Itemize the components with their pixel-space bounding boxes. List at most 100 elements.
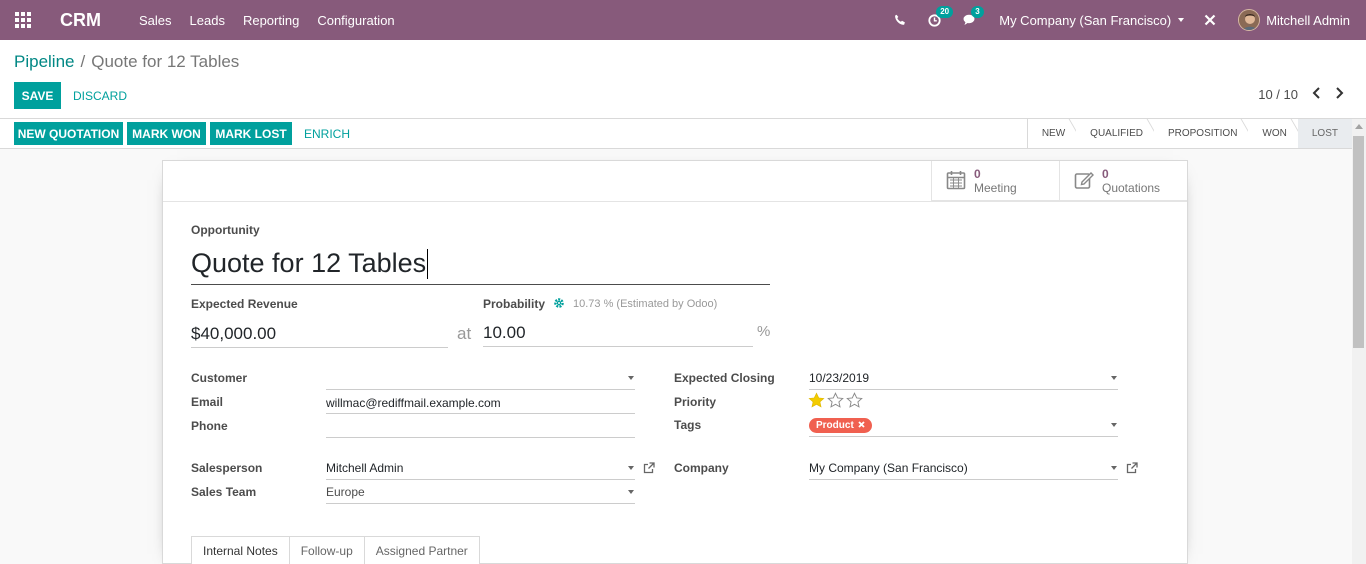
menu-reporting[interactable]: Reporting <box>243 13 299 28</box>
edit-icon <box>1074 170 1094 193</box>
company-switcher[interactable]: My Company (San Francisco) <box>999 12 1185 28</box>
expected-closing-date-input[interactable]: 10/23/2019 <box>809 367 1118 390</box>
external-link-icon[interactable] <box>643 462 655 474</box>
stage-proposition[interactable]: PROPOSITION <box>1153 119 1252 148</box>
control-panel: Pipeline / Quote for 12 Tables SAVE DISCAR… <box>0 40 1366 119</box>
company-switcher-label: My Company (San Francisco) <box>999 12 1172 28</box>
probability-input[interactable]: 10.00 <box>483 319 753 347</box>
star-filled-icon[interactable] <box>808 392 825 409</box>
expected-closing-value: 10/23/2019 <box>809 371 870 385</box>
chevron-right-icon[interactable] <box>1335 86 1344 102</box>
phone-label: Phone <box>191 419 228 433</box>
user-avatar <box>1238 9 1261 31</box>
quotations-smart-button[interactable]: 0 Quotations <box>1059 161 1187 201</box>
quotations-count: 0 <box>1102 167 1109 181</box>
customer-label: Customer <box>191 371 248 385</box>
customer-select[interactable] <box>326 367 635 390</box>
form-sheet: 0 Meeting 0 Quotations Opportunity Quote… <box>162 160 1188 564</box>
calendar-icon <box>946 170 966 193</box>
tag-badge: Product <box>809 417 872 433</box>
sales-team-select[interactable]: Europe <box>326 481 635 504</box>
status-bar: NEW QUOTATION MARK WON MARK LOST ENRICH … <box>0 119 1352 149</box>
opportunity-name-input[interactable]: Quote for 12 Tables <box>191 243 770 285</box>
meeting-smart-button[interactable]: 0 Meeting <box>931 161 1059 201</box>
company-select[interactable]: My Company (San Francisco) <box>809 457 1118 480</box>
external-link-icon[interactable] <box>1126 462 1138 474</box>
text-cursor <box>427 248 429 279</box>
activity-clock-icon[interactable]: 20 <box>928 5 954 27</box>
expected-revenue-label: Expected Revenue <box>191 297 298 311</box>
dropdown-caret-icon <box>628 376 634 380</box>
salesperson-label: Salesperson <box>191 461 263 475</box>
app-brand[interactable]: CRM <box>60 10 101 31</box>
company-label: Company <box>674 461 729 475</box>
dropdown-caret-icon <box>1111 376 1117 380</box>
enrich-button[interactable]: ENRICH <box>304 122 350 145</box>
tags-select[interactable]: Product <box>809 414 1118 437</box>
star-empty-icon[interactable] <box>827 392 844 409</box>
close-icon[interactable] <box>858 420 865 431</box>
gear-icon[interactable] <box>553 297 565 312</box>
opportunity-name-value: Quote for 12 Tables <box>191 248 427 278</box>
scrollbar-thumb[interactable] <box>1353 136 1364 348</box>
priority-stars <box>808 392 865 409</box>
salesperson-select[interactable]: Mitchell Admin <box>326 457 635 480</box>
activity-badge: 20 <box>936 5 954 18</box>
tag-label: Product <box>816 419 854 431</box>
dropdown-caret-icon <box>1111 423 1117 427</box>
menu-sales[interactable]: Sales <box>139 13 172 28</box>
probability-label: Probability <box>483 297 546 311</box>
email-label: Email <box>191 395 224 409</box>
button-box-divider <box>163 201 1187 202</box>
mark-won-button[interactable]: MARK WON <box>127 122 206 145</box>
expected-closing-label: Expected Closing <box>674 371 775 385</box>
star-empty-icon[interactable] <box>846 392 863 409</box>
probability-hint: 10.73 % (Estimated by Odoo) <box>573 298 718 310</box>
menu-leads[interactable]: Leads <box>190 13 225 28</box>
dropdown-caret-icon <box>1111 466 1117 470</box>
messaging-icon[interactable]: 3 <box>963 6 984 26</box>
stage-pipeline: NEW QUALIFIED PROPOSITION WON LOST <box>1026 119 1352 148</box>
stage-lost[interactable]: LOST <box>1297 119 1352 148</box>
expected-revenue-input[interactable]: $40,000.00 <box>191 321 448 348</box>
breadcrumb-current: Quote for 12 Tables <box>91 52 240 71</box>
phone-icon[interactable] <box>894 14 906 26</box>
stage-qualified[interactable]: QUALIFIED <box>1076 119 1157 148</box>
new-quotation-button[interactable]: NEW QUOTATION <box>14 122 123 145</box>
message-badge: 3 <box>971 6 984 18</box>
pager-value[interactable]: 10 / 10 <box>1258 87 1298 102</box>
apps-menu-icon[interactable] <box>0 0 46 40</box>
menu-configuration[interactable]: Configuration <box>317 13 394 28</box>
breadcrumb-pipeline-link[interactable]: Pipeline <box>14 52 75 71</box>
chevron-down-icon <box>1178 18 1185 22</box>
salesperson-value: Mitchell Admin <box>326 461 404 475</box>
user-name: Mitchell Admin <box>1266 12 1350 28</box>
dropdown-caret-icon <box>628 490 634 494</box>
at-label: at <box>457 324 472 343</box>
chevron-left-icon[interactable] <box>1312 86 1321 102</box>
email-field[interactable]: willmac@rediffmail.example.com <box>326 392 635 414</box>
top-navbar: CRM Sales Leads Reporting Configuration … <box>0 0 1366 40</box>
percent-sign: % <box>757 323 771 340</box>
save-button[interactable]: SAVE <box>14 82 61 109</box>
phone-field[interactable] <box>326 415 635 438</box>
debug-tools-icon[interactable] <box>1204 14 1216 26</box>
tab-assigned-partner[interactable]: Assigned Partner <box>363 536 480 564</box>
dropdown-caret-icon <box>628 466 634 470</box>
scroll-up-arrow[interactable] <box>1355 124 1363 129</box>
breadcrumb-separator: / <box>80 52 86 71</box>
opportunity-label: Opportunity <box>191 223 260 237</box>
mark-lost-button[interactable]: MARK LOST <box>210 122 292 145</box>
tab-follow-up[interactable]: Follow-up <box>288 536 365 564</box>
sales-team-label: Sales Team <box>191 485 257 499</box>
company-value: My Company (San Francisco) <box>809 461 968 475</box>
user-menu[interactable]: Mitchell Admin <box>1238 9 1350 31</box>
discard-button[interactable]: DISCARD <box>73 82 127 109</box>
priority-label: Priority <box>674 395 717 409</box>
tags-label: Tags <box>674 418 702 432</box>
meeting-count: 0 <box>974 167 981 181</box>
meeting-label: Meeting <box>974 181 1017 195</box>
smart-button-box: 0 Meeting 0 Quotations <box>931 161 1187 201</box>
pager: 10 / 10 <box>1258 86 1344 102</box>
tab-internal-notes[interactable]: Internal Notes <box>191 536 290 564</box>
